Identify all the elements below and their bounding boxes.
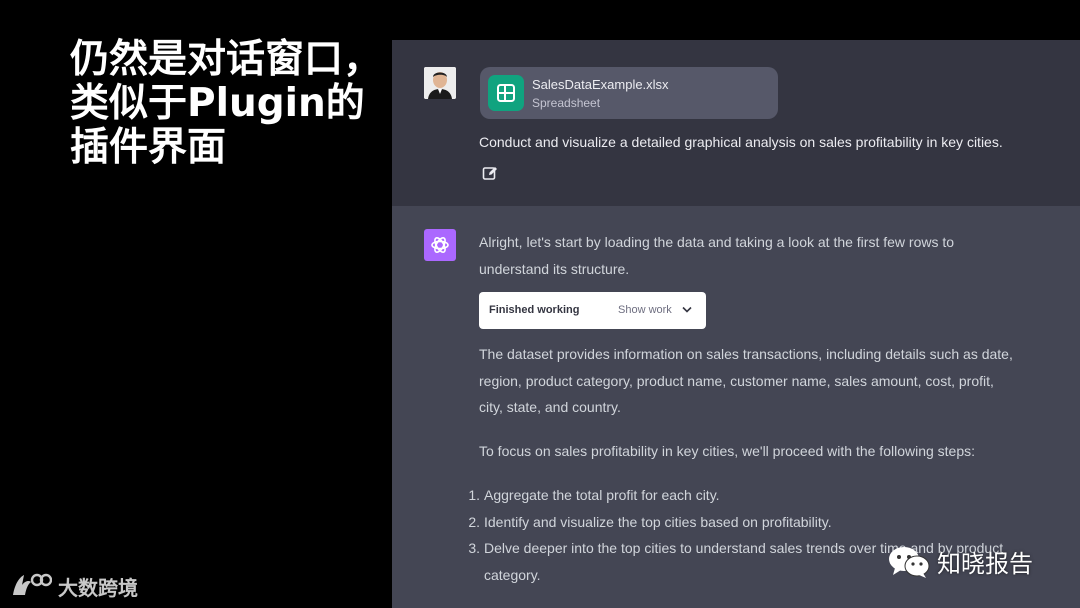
wechat-watermark: 知晓报告	[887, 544, 1033, 579]
tool-status-bar: Finished working Show work	[479, 292, 706, 329]
attachment-filename: SalesDataExample.xlsx	[532, 77, 669, 92]
list-item: 1. Aggregate the total profit for each c…	[462, 482, 1044, 509]
dataset-line-2: region, product category, product name, …	[479, 372, 994, 389]
headline-line-1: 仍然是对话窗口，	[70, 37, 383, 82]
dataset-line-3: city, state, and country.	[479, 399, 621, 415]
headline-line-2: 类似于Plugin的	[70, 81, 365, 126]
assistant-intro: Alright, let's start by loading the data…	[479, 229, 1059, 282]
dataset-description: The dataset provides information on sale…	[479, 341, 1059, 421]
wechat-account-name: 知晓报告	[937, 550, 1033, 578]
steps-intro: To focus on sales profitability in key c…	[479, 443, 976, 459]
step-text: Identify and visualize the top cities ba…	[484, 513, 832, 530]
user-avatar	[424, 67, 456, 99]
list-item: 2. Identify and visualize the top cities…	[462, 509, 1044, 536]
brand-text: 大数跨境	[58, 575, 138, 600]
wechat-icon	[889, 546, 930, 578]
assistant-intro-line-2: understand its structure.	[479, 260, 630, 277]
tool-status-label: Finished working	[489, 304, 580, 316]
step-number: 3.	[468, 540, 480, 556]
spreadsheet-icon	[488, 75, 524, 111]
user-message-text: Conduct and visualize a detailed graphic…	[479, 134, 1003, 150]
dataset-line-1: The dataset provides information on sale…	[479, 346, 1013, 362]
step-number: 1.	[468, 487, 480, 503]
edit-icon[interactable]	[482, 165, 498, 181]
assistant-intro-line-1: Alright, let's start by loading the data…	[479, 234, 955, 250]
openai-logo-icon	[431, 237, 449, 253]
brand-bottom-left: 大数跨境	[10, 571, 138, 601]
bird-logo-icon	[13, 573, 52, 595]
attachment-filetype: Spreadsheet	[532, 96, 601, 110]
user-message-turn: SalesDataExample.xlsx Spreadsheet Conduc…	[392, 40, 1080, 206]
show-work-button[interactable]: Show work	[618, 304, 672, 316]
step-number: 2.	[468, 513, 480, 530]
step-text: Aggregate the total profit for each city…	[484, 487, 720, 503]
chevron-down-icon[interactable]	[682, 306, 692, 314]
chat-window: SalesDataExample.xlsx Spreadsheet Conduc…	[392, 40, 1080, 608]
attachment-card[interactable]: SalesDataExample.xlsx Spreadsheet	[480, 67, 778, 119]
user-avatar-photo	[424, 67, 456, 99]
headline-line-3: 插件界面	[70, 125, 227, 170]
assistant-avatar	[424, 229, 456, 261]
slide-headline: 仍然是对话窗口， 类似于Plugin的 插件界面	[70, 38, 390, 170]
